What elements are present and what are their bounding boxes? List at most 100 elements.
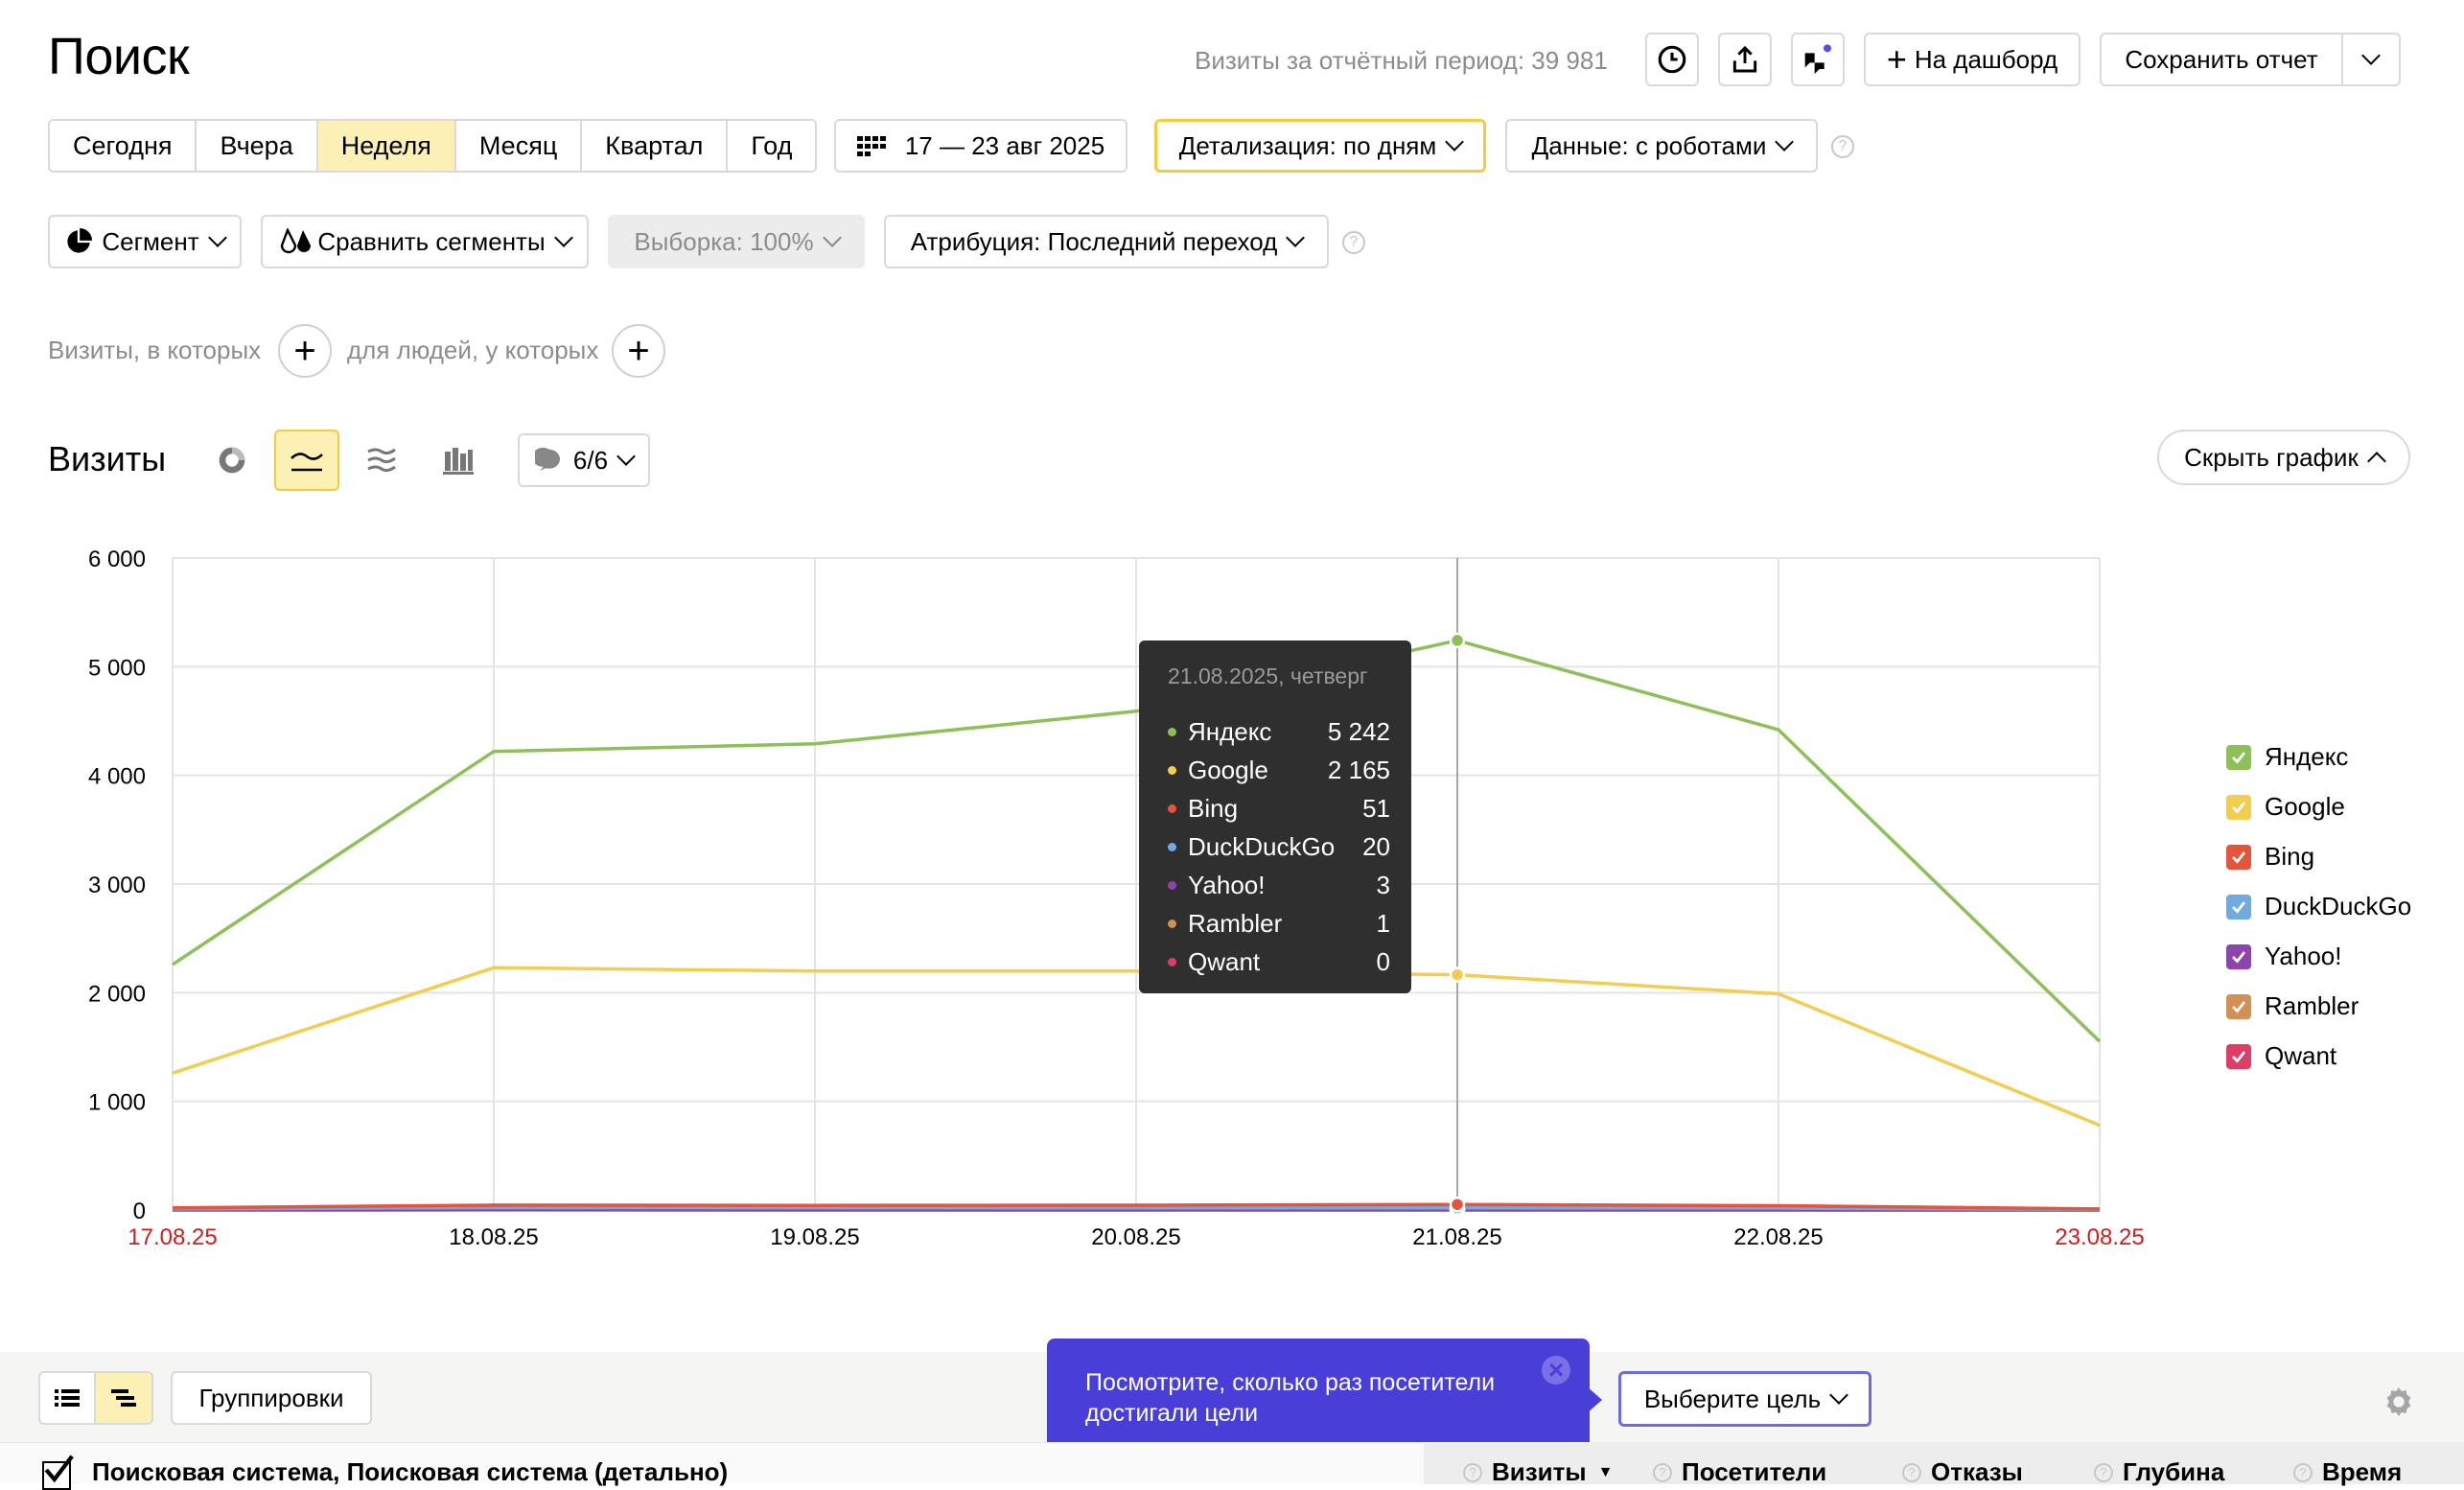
legend-item[interactable]: Qwant	[2226, 1041, 2336, 1071]
speech-bubble-icon	[535, 446, 564, 475]
attribution-dropdown[interactable]: Атрибуция: Последний переход	[884, 215, 1329, 268]
column-depth[interactable]: ? Глубина	[2094, 1457, 2224, 1487]
legend-checkbox[interactable]	[2226, 944, 2251, 969]
chevron-down-icon	[554, 228, 573, 247]
chart-type-area[interactable]	[362, 441, 401, 479]
export-button[interactable]	[1718, 33, 1772, 86]
chevron-down-icon	[1445, 132, 1464, 151]
compare-segments-label: Сравнить сегменты	[317, 227, 545, 257]
hover-point	[1451, 1198, 1464, 1211]
legend-item[interactable]: Yahoo!	[2226, 942, 2341, 971]
date-range-picker[interactable]: 17 — 23 авг 2025	[834, 119, 1127, 173]
period-year[interactable]: Год	[728, 121, 815, 171]
add-to-dashboard-button[interactable]: + На дашборд	[1864, 33, 2080, 86]
segment-dropdown[interactable]: Сегмент	[48, 215, 242, 268]
y-tick-label: 0	[133, 1199, 146, 1224]
tooltip-row: Bing51	[1168, 794, 1390, 824]
groupings-button[interactable]: Группировки	[171, 1371, 372, 1425]
legend-item[interactable]: DuckDuckGo	[2226, 892, 2411, 921]
chart-x-axis: 17.08.2518.08.2519.08.2520.08.2521.08.25…	[128, 1224, 2144, 1250]
legend-checkbox[interactable]	[2226, 745, 2251, 770]
chart-title: Визиты	[48, 439, 166, 479]
series-line-duckduckgo	[173, 1208, 2100, 1210]
y-tick-label: 6 000	[88, 547, 146, 572]
column-visits[interactable]: ? Визиты ▼	[1463, 1457, 1613, 1487]
people-condition-label: для людей, у которых	[347, 336, 598, 365]
period-today[interactable]: Сегодня	[50, 121, 197, 171]
detail-label: Детализация: по дням	[1179, 131, 1437, 161]
legend-label: Rambler	[2265, 991, 2359, 1021]
tooltip-series-dot	[1168, 843, 1176, 851]
help-icon: ?	[2293, 1463, 2313, 1482]
legend-checkbox[interactable]	[2226, 795, 2251, 820]
period-quarter[interactable]: Квартал	[582, 121, 728, 171]
column-bounces[interactable]: ? Отказы	[1902, 1457, 2023, 1487]
add-people-condition-button[interactable]: +	[612, 324, 665, 378]
help-icon: ?	[1653, 1463, 1672, 1482]
chart-type-line[interactable]	[274, 430, 339, 491]
compare-segments-dropdown[interactable]: Сравнить сегменты	[261, 215, 589, 268]
hide-chart-button[interactable]: Скрыть график	[2157, 430, 2410, 485]
data-source-help-icon[interactable]: ?	[1831, 135, 1854, 158]
hide-chart-label: Скрыть график	[2184, 443, 2359, 473]
add-visit-condition-button[interactable]: +	[278, 324, 332, 378]
chevron-down-icon	[616, 447, 636, 466]
attribution-help-icon[interactable]: ?	[1342, 231, 1365, 254]
save-report-button[interactable]: Сохранить отчет	[2100, 33, 2343, 86]
legend-checkbox[interactable]	[2226, 1044, 2251, 1069]
flat-view-button[interactable]	[40, 1373, 96, 1423]
metrics-count: 6/6	[573, 446, 608, 476]
period-yesterday[interactable]: Вчера	[197, 121, 317, 171]
sample-dropdown[interactable]: Выборка: 100%	[608, 215, 865, 268]
legend-checkbox[interactable]	[2226, 994, 2251, 1019]
history-button[interactable]	[1645, 33, 1699, 86]
line-chart-icon	[290, 447, 324, 474]
chart-type-bar[interactable]	[439, 441, 477, 479]
y-tick-label: 1 000	[88, 1090, 146, 1116]
dimension-column-header[interactable]: Поисковая система, Поисковая система (де…	[92, 1457, 728, 1487]
save-options-button[interactable]	[2341, 33, 2401, 86]
x-tick-label: 17.08.25	[128, 1224, 217, 1250]
pie-segment-icon	[65, 228, 92, 255]
select-all-checkbox[interactable]	[42, 1461, 71, 1490]
legend-checkbox[interactable]	[2226, 845, 2251, 870]
goal-dropdown[interactable]: Выберите цель	[1618, 1371, 1871, 1427]
close-icon[interactable]: ×	[1542, 1356, 1570, 1385]
tree-list-icon	[111, 1387, 136, 1409]
legend-item[interactable]: Яндекс	[2226, 742, 2348, 772]
visits-line-chart[interactable]: 01 0002 0003 0004 0005 0006 000 17.08.25…	[0, 518, 2205, 1266]
checkmark-icon	[2229, 798, 2248, 817]
detail-dropdown[interactable]: Детализация: по дням	[1154, 119, 1486, 173]
tree-view-button[interactable]	[96, 1373, 151, 1423]
assistant-button[interactable]	[1791, 33, 1845, 86]
chat-bot-icon	[1799, 40, 1837, 79]
metrics-dropdown[interactable]: 6/6	[518, 433, 650, 487]
chevron-down-icon	[208, 228, 227, 247]
column-depth-label: Глубина	[2123, 1457, 2224, 1487]
bar-chart-icon	[443, 446, 474, 475]
x-tick-label: 20.08.25	[1091, 1224, 1180, 1250]
legend-item[interactable]: Rambler	[2226, 991, 2359, 1021]
help-icon: ?	[1463, 1463, 1482, 1482]
period-week[interactable]: Неделя	[318, 121, 456, 171]
period-month[interactable]: Месяц	[456, 121, 582, 171]
tooltip-series-dot	[1168, 804, 1176, 813]
tooltip-series-dot	[1168, 766, 1176, 775]
tooltip-series-name: Qwant	[1188, 947, 1377, 977]
column-visitors[interactable]: ? Посетители	[1653, 1457, 1826, 1487]
help-icon: ?	[2094, 1463, 2113, 1482]
legend-item[interactable]: Google	[2226, 792, 2345, 822]
data-source-label: Данные: с роботами	[1532, 131, 1767, 161]
chevron-down-icon	[1829, 1385, 1848, 1405]
data-source-dropdown[interactable]: Данные: с роботами	[1505, 119, 1818, 173]
checkmark-icon	[2229, 848, 2248, 867]
legend-item[interactable]: Bing	[2226, 842, 2314, 872]
tooltip-series-name: Rambler	[1188, 909, 1377, 939]
table-settings-button[interactable]	[2382, 1385, 2416, 1419]
column-time[interactable]: ? Время	[2293, 1457, 2402, 1487]
export-icon	[1730, 44, 1760, 75]
x-tick-label: 22.08.25	[1733, 1224, 1823, 1250]
legend-checkbox[interactable]	[2226, 895, 2251, 920]
tooltip-series-value: 0	[1377, 947, 1390, 977]
chart-type-pie[interactable]	[213, 441, 251, 479]
